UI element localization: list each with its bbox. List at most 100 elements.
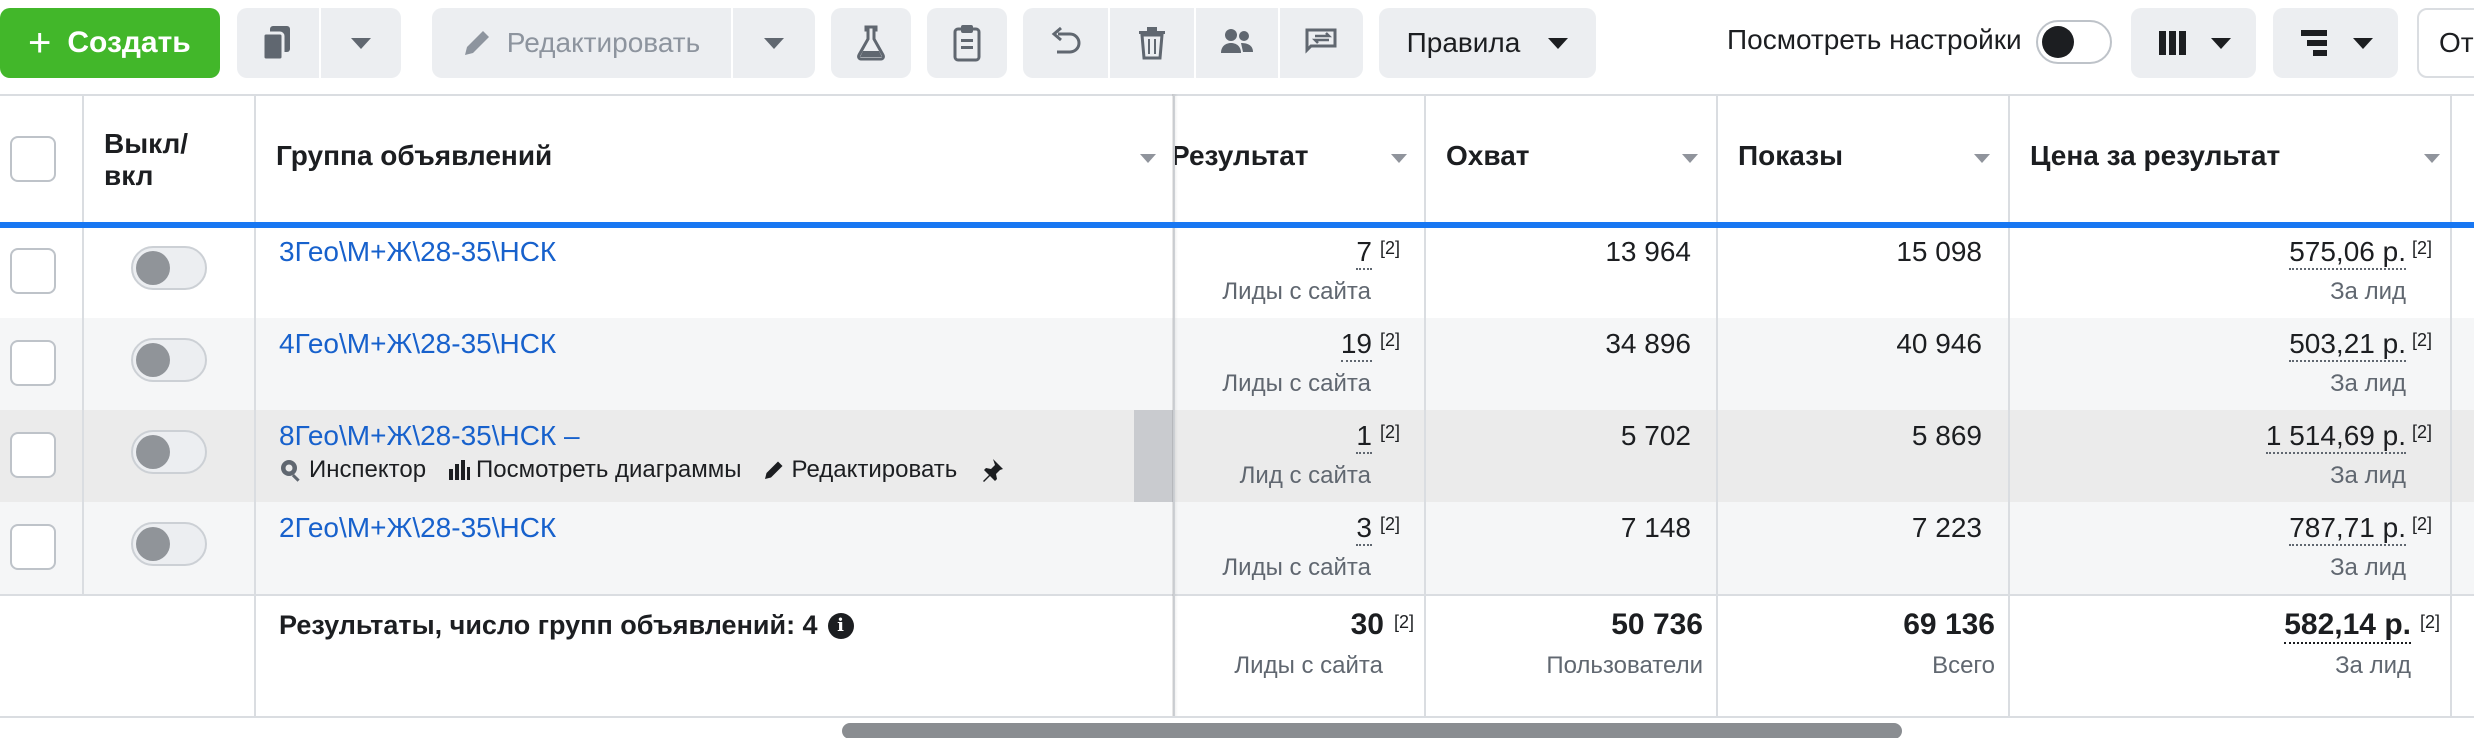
delete-button[interactable] xyxy=(1110,8,1194,78)
create-button[interactable]: + Создать xyxy=(0,8,220,78)
row-actions: Инспектор Посмотреть диаграммы Редактиро… xyxy=(279,456,1005,484)
ad-set-name-link[interactable]: 4Гео\М+Ж\28-35\НСК xyxy=(279,328,556,360)
footnote-ref[interactable]: [2] xyxy=(2420,612,2440,633)
cost-value[interactable]: 575,06 р. xyxy=(2289,236,2406,270)
row-checkbox[interactable] xyxy=(10,432,56,478)
sort-icon[interactable] xyxy=(2424,154,2440,163)
reach-value: 13 964 xyxy=(1605,236,1691,267)
inspector-icon xyxy=(281,460,300,482)
ab-test-button[interactable] xyxy=(831,8,911,78)
rules-dropdown[interactable]: Правила xyxy=(1379,8,1596,78)
footnote-ref[interactable]: [2] xyxy=(1380,330,1400,351)
row-toggle[interactable] xyxy=(131,338,207,382)
column-header-cost[interactable]: Цена за результат xyxy=(2010,94,2450,222)
compare-icon xyxy=(1305,28,1336,54)
row-checkbox[interactable] xyxy=(10,340,56,386)
cost-value[interactable]: 503,21 р. xyxy=(2289,328,2406,362)
breakdown-icon xyxy=(2300,30,2327,56)
result-subtitle: Лид с сайта xyxy=(1239,462,1371,489)
column-header-impressions[interactable]: Показы xyxy=(1718,94,2008,222)
duplicate-dropdown-button[interactable] xyxy=(321,8,401,78)
pencil-icon xyxy=(765,461,783,479)
row-checkbox[interactable] xyxy=(10,524,56,570)
columns-dropdown[interactable] xyxy=(2131,8,2256,78)
chevron-down-icon xyxy=(764,37,784,49)
select-all-checkbox[interactable] xyxy=(10,136,56,182)
edit-button[interactable]: Редактировать xyxy=(432,8,729,78)
reach-value: 5 702 xyxy=(1620,420,1691,451)
trash-icon xyxy=(1139,27,1165,60)
column-header-result[interactable]: Результат xyxy=(1175,94,1424,222)
cost-value[interactable]: 787,71 р. xyxy=(2289,512,2406,546)
footnote-ref[interactable]: [2] xyxy=(1380,514,1400,535)
totals-result-subtitle: Лиды с сайта xyxy=(1234,652,1383,679)
view-settings-label: Посмотреть настройки xyxy=(1727,24,2022,55)
result-value[interactable]: 19 xyxy=(1340,328,1372,362)
footnote-ref[interactable]: [2] xyxy=(1394,612,1414,633)
totals-cost-subtitle: За лид xyxy=(2335,652,2411,679)
sort-icon[interactable] xyxy=(1140,154,1156,163)
plus-icon: + xyxy=(28,21,52,65)
toggle-knob xyxy=(136,343,170,377)
audience-button[interactable] xyxy=(1196,8,1278,78)
row-toggle[interactable] xyxy=(131,246,207,290)
sort-icon[interactable] xyxy=(1682,154,1698,163)
chevron-down-icon xyxy=(2210,37,2231,49)
row-toggle[interactable] xyxy=(131,522,207,566)
ad-set-name-link[interactable]: 3Гео\М+Ж\28-35\НСК xyxy=(279,236,556,268)
ad-set-name-link[interactable]: 2Гео\М+Ж\28-35\НСК xyxy=(279,512,556,544)
result-value[interactable]: 7 xyxy=(1356,236,1372,270)
column-header-name[interactable]: Группа объявлений xyxy=(256,94,1172,222)
sort-icon[interactable] xyxy=(1974,154,1990,163)
ad-set-name-link[interactable]: 8Гео\М+Ж\28-35\НСК – xyxy=(279,420,580,452)
footnote-ref[interactable]: [2] xyxy=(2412,330,2432,351)
footnote-ref[interactable]: [2] xyxy=(1380,238,1400,259)
cost-subtitle: За лид xyxy=(2330,554,2406,581)
result-value[interactable]: 1 xyxy=(1356,420,1372,454)
result-subtitle: Лиды с сайта xyxy=(1222,554,1371,581)
horizontal-scrollbar[interactable] xyxy=(842,723,1902,738)
totals-cost[interactable]: 582,14 р. xyxy=(2284,608,2411,644)
sort-icon[interactable] xyxy=(1391,154,1407,163)
clipboard-button[interactable] xyxy=(927,8,1007,78)
totals-reach-subtitle: Пользователи xyxy=(1546,652,1703,679)
edit-row-link[interactable]: Редактировать xyxy=(763,456,957,484)
people-icon xyxy=(1221,29,1253,53)
divider xyxy=(0,716,2474,718)
inspector-link[interactable]: Инспектор xyxy=(279,456,426,484)
footnote-ref[interactable]: [2] xyxy=(2412,514,2432,535)
view-settings-toggle[interactable] xyxy=(2036,20,2112,64)
edit-button-label: Редактировать xyxy=(506,27,701,58)
chevron-down-icon xyxy=(1548,37,1569,49)
result-value[interactable]: 3 xyxy=(1356,512,1372,546)
reports-button[interactable]: От xyxy=(2417,8,2474,78)
compare-button[interactable] xyxy=(1280,8,1363,78)
undo-button[interactable] xyxy=(1023,8,1108,78)
chevron-down-icon xyxy=(2352,37,2373,49)
edit-dropdown-button[interactable] xyxy=(733,8,815,78)
row-checkbox[interactable] xyxy=(10,248,56,294)
footnote-ref[interactable]: [2] xyxy=(2412,238,2432,259)
info-icon[interactable]: i xyxy=(827,612,854,639)
row-toggle[interactable] xyxy=(131,430,207,474)
totals-result: 30 xyxy=(1350,608,1384,641)
toggle-knob xyxy=(136,527,170,561)
row-hover-handle[interactable] xyxy=(1134,410,1174,502)
duplicate-icon xyxy=(261,26,290,62)
column-header-toggle[interactable]: Выкл/ вкл xyxy=(104,94,252,222)
ad-sets-table: Выкл/ вкл Группа объявлений Результат Ох… xyxy=(0,94,2474,738)
duplicate-button[interactable] xyxy=(237,8,317,78)
column-header-reach[interactable]: Охват xyxy=(1426,94,1716,222)
pencil-icon xyxy=(464,31,489,55)
cost-value[interactable]: 1 514,69 р. xyxy=(2265,420,2406,454)
totals-reach: 50 736 xyxy=(1611,608,1703,641)
rules-label: Правила xyxy=(1406,27,1521,58)
columns-icon xyxy=(2158,31,2186,55)
breakdown-dropdown[interactable] xyxy=(2273,8,2398,78)
view-charts-link[interactable]: Посмотреть диаграммы xyxy=(448,456,741,484)
footnote-ref[interactable]: [2] xyxy=(2412,422,2432,443)
footnote-ref[interactable]: [2] xyxy=(1380,422,1400,443)
pin-icon[interactable] xyxy=(979,457,1005,483)
inspector-label: Инспектор xyxy=(309,456,427,483)
totals-text: Результаты, число групп объявлений: 4 xyxy=(279,610,818,640)
